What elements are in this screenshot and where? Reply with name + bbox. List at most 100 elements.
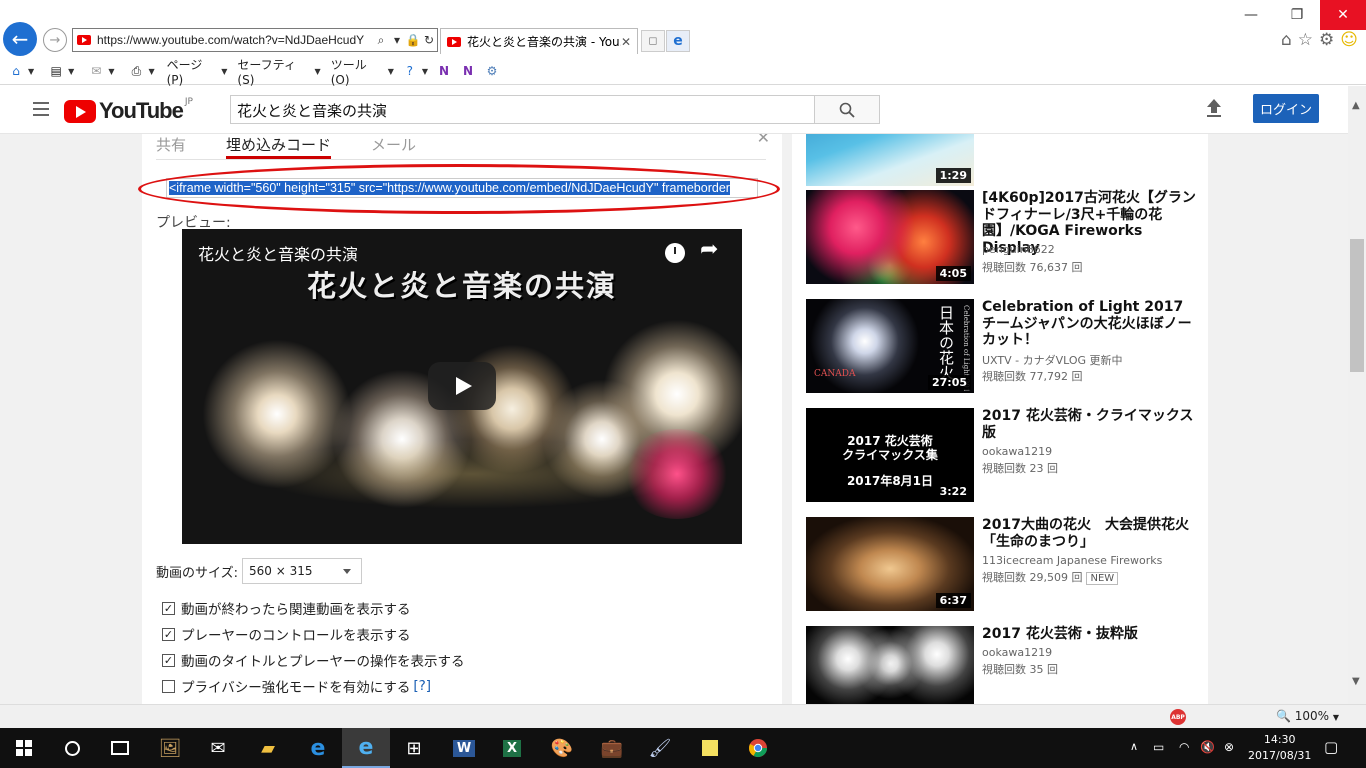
- address-bar[interactable]: https://www.youtube.com/watch?v=NdJDaeHc…: [72, 28, 438, 52]
- related-item[interactable]: 日本の花火 Celebration of Light 2017 CANADA 2…: [806, 299, 1206, 394]
- checkbox-checked-icon[interactable]: ✓: [162, 601, 175, 615]
- login-button[interactable]: ログイン: [1253, 94, 1319, 123]
- channel-name[interactable]: 113icecream Japanese Fireworks: [982, 554, 1162, 567]
- checkbox-unchecked-icon[interactable]: [162, 679, 175, 693]
- video-thumbnail[interactable]: 6:37: [806, 517, 974, 611]
- channel-name[interactable]: ookawa1219: [982, 646, 1052, 659]
- watch-later-icon[interactable]: [665, 243, 685, 263]
- onenote-button[interactable]: N: [436, 64, 452, 78]
- ie-tab-button[interactable]: e: [666, 30, 690, 52]
- taskbar-app-photos[interactable]: 🖼: [146, 728, 194, 768]
- option-related-videos[interactable]: ✓ 動画が終わったら関連動画を表示する: [162, 598, 411, 618]
- option-player-controls[interactable]: ✓ プレーヤーのコントロールを表示する: [162, 624, 411, 644]
- video-title[interactable]: Celebration of Light 2017 チームジャパンの大花火ほぼノ…: [982, 299, 1197, 349]
- home-menu[interactable]: ⌂ ▼: [8, 64, 34, 78]
- taskbar-app-excel[interactable]: X: [488, 728, 536, 768]
- channel-name[interactable]: UXTV - カナダVLOG 更新中: [982, 352, 1123, 368]
- page-menu[interactable]: ページ(P) ▼: [167, 56, 228, 87]
- taskbar-app-paint[interactable]: 🎨: [538, 728, 586, 768]
- channel-name[interactable]: ookawa1219: [982, 445, 1052, 458]
- search-icon[interactable]: ⌕: [373, 33, 389, 48]
- tab-share[interactable]: 共有: [156, 134, 186, 159]
- video-thumbnail[interactable]: 2017 花火芸術 クライマックス集 2017年8月1日 3:22: [806, 408, 974, 502]
- zoom-control[interactable]: 🔍 100% ▼: [1276, 709, 1339, 723]
- scroll-down-icon[interactable]: ▼: [1352, 676, 1360, 687]
- tab-youtube[interactable]: 花火と炎と音楽の共演 - You... ✕: [440, 28, 638, 54]
- smiley-icon[interactable]: ☺: [1340, 30, 1358, 50]
- taskbar-app-toolbox[interactable]: 💼: [588, 728, 636, 768]
- back-button[interactable]: ←: [3, 22, 37, 56]
- help-menu[interactable]: ? ▼: [402, 64, 428, 78]
- close-window-button[interactable]: ✕: [1320, 0, 1366, 30]
- taskbar-app-paint3d[interactable]: 🖌: [636, 728, 684, 768]
- feed-menu[interactable]: ▤ ▼: [48, 64, 74, 78]
- tab-email[interactable]: メール: [371, 134, 416, 159]
- video-thumbnail[interactable]: 日本の花火 Celebration of Light 2017 CANADA 2…: [806, 299, 974, 393]
- tray-chevron-up-icon[interactable]: ∧: [1130, 740, 1138, 753]
- search-input[interactable]: 花火と炎と音楽の共演: [230, 95, 815, 124]
- video-title[interactable]: 2017 花火芸術・クライマックス版: [982, 408, 1197, 441]
- video-player[interactable]: 花火と炎と音楽の共演 花火と炎と音楽の共演 ➦: [182, 229, 742, 544]
- checkbox-checked-icon[interactable]: ✓: [162, 627, 175, 641]
- taskbar-clock[interactable]: 14:30 2017/08/31: [1248, 732, 1311, 764]
- taskbar-app-edge[interactable]: e: [294, 728, 342, 768]
- new-tab-button[interactable]: ◻: [641, 30, 665, 52]
- search-taskbar-button[interactable]: [48, 728, 96, 768]
- print-menu[interactable]: ⎙ ▼: [128, 64, 155, 78]
- taskbar-app-word[interactable]: W: [440, 728, 488, 768]
- onenote-linked-button[interactable]: N: [460, 64, 476, 78]
- lock-icon[interactable]: 🔒: [405, 33, 421, 47]
- related-item[interactable]: 6:37 2017大曲の花火 大会提供花火「生命のまつり」 113icecrea…: [806, 517, 1206, 612]
- option-title-actions[interactable]: ✓ 動画のタイトルとプレーヤーの操作を表示する: [162, 650, 465, 670]
- search-button[interactable]: [814, 95, 880, 124]
- gear-icon[interactable]: ⚙: [1319, 30, 1334, 50]
- tools-menu[interactable]: ツール(O) ▼: [331, 56, 394, 87]
- related-item[interactable]: 2017 花火芸術 クライマックス集 2017年8月1日 3:22 2017 花…: [806, 408, 1206, 503]
- upload-button[interactable]: [1205, 98, 1223, 123]
- ime-icon[interactable]: ⊗: [1224, 740, 1234, 754]
- maximize-button[interactable]: ❐: [1274, 0, 1320, 30]
- share-arrow-icon[interactable]: ➦: [700, 237, 718, 262]
- video-thumbnail[interactable]: 4:05: [806, 190, 974, 284]
- checkbox-checked-icon[interactable]: ✓: [162, 653, 175, 667]
- close-share-icon[interactable]: ✕: [757, 134, 770, 147]
- page-scrollbar[interactable]: ▲ ▼: [1348, 86, 1366, 704]
- close-tab-icon[interactable]: ✕: [621, 35, 637, 49]
- option-privacy-mode[interactable]: プライバシー強化モードを有効にする [?]: [162, 676, 431, 696]
- url-text[interactable]: https://www.youtube.com/watch?v=NdJDaeHc…: [97, 33, 373, 47]
- scroll-up-icon[interactable]: ▲: [1352, 100, 1360, 111]
- video-title[interactable]: 2017大曲の花火 大会提供花火「生命のまつり」: [982, 517, 1197, 550]
- forward-button[interactable]: →: [43, 28, 67, 52]
- help-link[interactable]: [?]: [413, 678, 431, 694]
- related-item[interactable]: 2017 花火芸術・抜粋版 ookawa1219 視聴回数 35 回: [806, 626, 1206, 704]
- taskbar-app-mail[interactable]: ✉: [194, 728, 242, 768]
- mail-menu[interactable]: ✉ ▼: [88, 64, 114, 78]
- menu-icon[interactable]: [33, 102, 49, 116]
- wifi-icon[interactable]: ◠: [1179, 740, 1189, 754]
- task-view-button[interactable]: [96, 728, 144, 768]
- refresh-icon[interactable]: ↻: [421, 33, 437, 47]
- video-thumbnail[interactable]: 1:29: [806, 134, 974, 186]
- home-icon[interactable]: ⌂: [1281, 30, 1292, 50]
- taskbar-app-explorer[interactable]: ▰: [244, 728, 292, 768]
- tab-embed[interactable]: 埋め込みコード: [226, 134, 332, 159]
- minimize-button[interactable]: —: [1228, 0, 1274, 30]
- taskbar-app-ie[interactable]: e: [342, 728, 390, 768]
- star-icon[interactable]: ☆: [1298, 30, 1313, 50]
- channel-name[interactable]: penguin8622: [982, 243, 1055, 256]
- safety-menu[interactable]: セーフティ(S) ▼: [237, 56, 320, 87]
- video-thumbnail[interactable]: [806, 626, 974, 704]
- video-title[interactable]: 2017 花火芸術・抜粋版: [982, 626, 1197, 643]
- volume-muted-icon[interactable]: 🔇: [1200, 740, 1215, 754]
- start-button[interactable]: [0, 728, 48, 768]
- related-item[interactable]: 4:05 [4K60p]2017古河花火【グランドフィナーレ/3尺+千輪の花園】…: [806, 190, 1206, 285]
- scrollbar-thumb[interactable]: [1350, 239, 1364, 372]
- taskbar-app-chrome[interactable]: [734, 728, 782, 768]
- notification-icon[interactable]: ▢: [1324, 738, 1338, 756]
- play-button[interactable]: [428, 362, 496, 410]
- size-select[interactable]: 560 × 315: [242, 558, 362, 584]
- adblock-icon[interactable]: ABP: [1170, 709, 1186, 725]
- taskbar-app-store[interactable]: ⊞: [390, 728, 438, 768]
- chevron-down-icon[interactable]: ▾: [389, 33, 405, 47]
- youtube-logo[interactable]: YouTube JP: [64, 97, 193, 124]
